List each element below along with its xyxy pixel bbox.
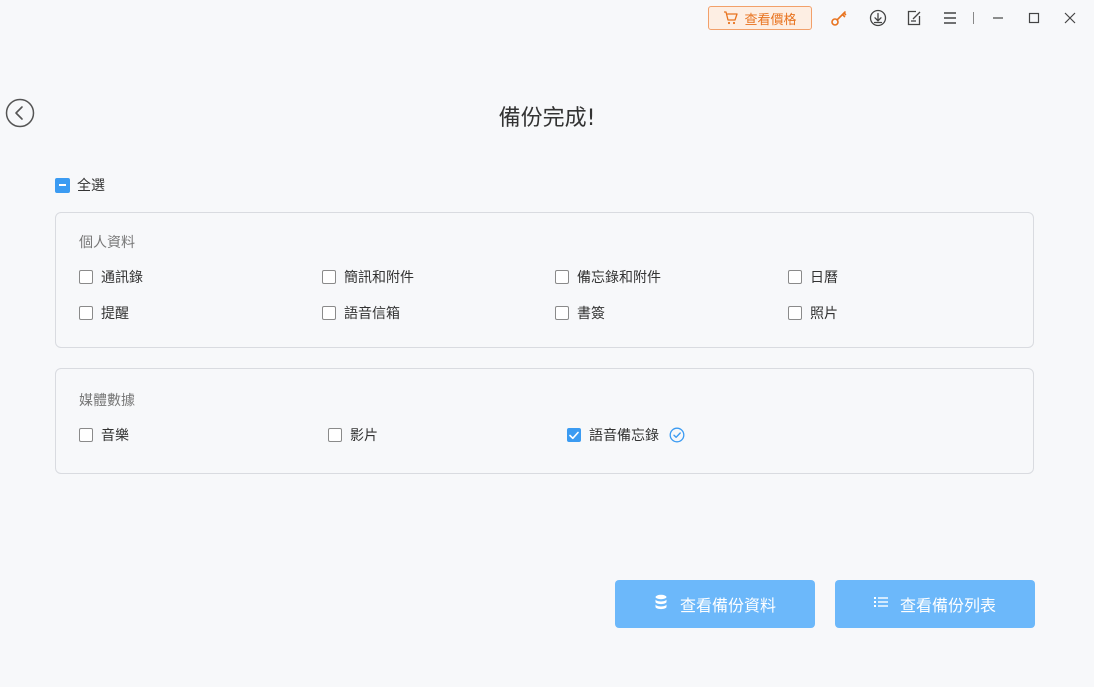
bookmarks-checkbox[interactable]: 書簽 [555,303,605,323]
checkbox-icon [555,306,569,320]
voice-memos-checkbox[interactable]: 語音備忘錄 [567,425,685,445]
view-backup-list-label: 查看備份列表 [899,598,996,615]
personal-data-panel: 個人資料 通訊錄 簡訊和附件 備忘錄和附件 日曆 提醒 語音信箱 書簽 照片 [55,212,1034,348]
cart-icon [723,11,739,25]
download-icon[interactable] [868,8,888,28]
contacts-checkbox[interactable]: 通訊錄 [79,267,143,287]
item-label: 照片 [810,306,838,322]
close-icon[interactable] [1060,8,1080,28]
section-title: 媒體數據 [79,393,135,409]
minimize-icon[interactable] [988,8,1008,28]
view-backup-list-button[interactable]: 查看備份列表 [835,580,1035,628]
item-label: 備忘錄和附件 [577,270,661,286]
item-label: 通訊錄 [101,270,143,286]
feedback-icon[interactable] [904,8,924,28]
videos-checkbox[interactable]: 影片 [328,425,378,445]
checkbox-icon [328,428,342,442]
checkbox-icon [79,270,93,284]
media-data-panel: 媒體數據 音樂 影片 語音備忘錄 [55,368,1034,474]
menu-icon[interactable] [940,8,960,28]
checkbox-icon [79,428,93,442]
view-price-button[interactable]: 查看價格 [708,6,812,30]
select-all-checkbox[interactable]: 全選 [55,175,105,195]
item-label: 提醒 [101,306,129,322]
item-label: 語音信箱 [344,306,400,322]
item-label: 語音備忘錄 [589,428,659,444]
checkbox-icon [788,306,802,320]
view-price-label: 查看價格 [744,12,797,28]
indeterminate-checkbox-icon [55,177,70,193]
key-icon[interactable] [829,8,849,28]
reminders-checkbox[interactable]: 提醒 [79,303,129,323]
item-label: 日曆 [810,270,838,286]
maximize-icon[interactable] [1024,8,1044,28]
voicemail-checkbox[interactable]: 語音信箱 [322,303,400,323]
checkbox-icon [322,306,336,320]
title-bar: 查看價格 [0,0,1094,36]
calendar-checkbox[interactable]: 日曆 [788,267,838,287]
select-all-label: 全選 [77,178,105,194]
view-backup-data-label: 查看備份資料 [679,598,776,615]
checkbox-icon [555,270,569,284]
section-title: 個人資料 [79,235,135,251]
item-label: 音樂 [101,428,129,444]
item-label: 簡訊和附件 [344,270,414,286]
list-icon [873,595,888,613]
item-label: 影片 [350,428,378,444]
checkbox-icon [322,270,336,284]
notes-checkbox[interactable]: 備忘錄和附件 [555,267,661,287]
photos-checkbox[interactable]: 照片 [788,303,838,323]
checkbox-icon [788,270,802,284]
item-label: 書簽 [577,306,605,322]
done-check-icon [669,427,685,443]
music-checkbox[interactable]: 音樂 [79,425,129,445]
view-backup-data-button[interactable]: 查看備份資料 [615,580,815,628]
checked-checkbox-icon [567,428,581,442]
titlebar-divider [973,12,974,24]
checkbox-icon [79,306,93,320]
page-title: 備份完成! [498,106,596,131]
database-icon [654,594,668,615]
messages-checkbox[interactable]: 簡訊和附件 [322,267,414,287]
